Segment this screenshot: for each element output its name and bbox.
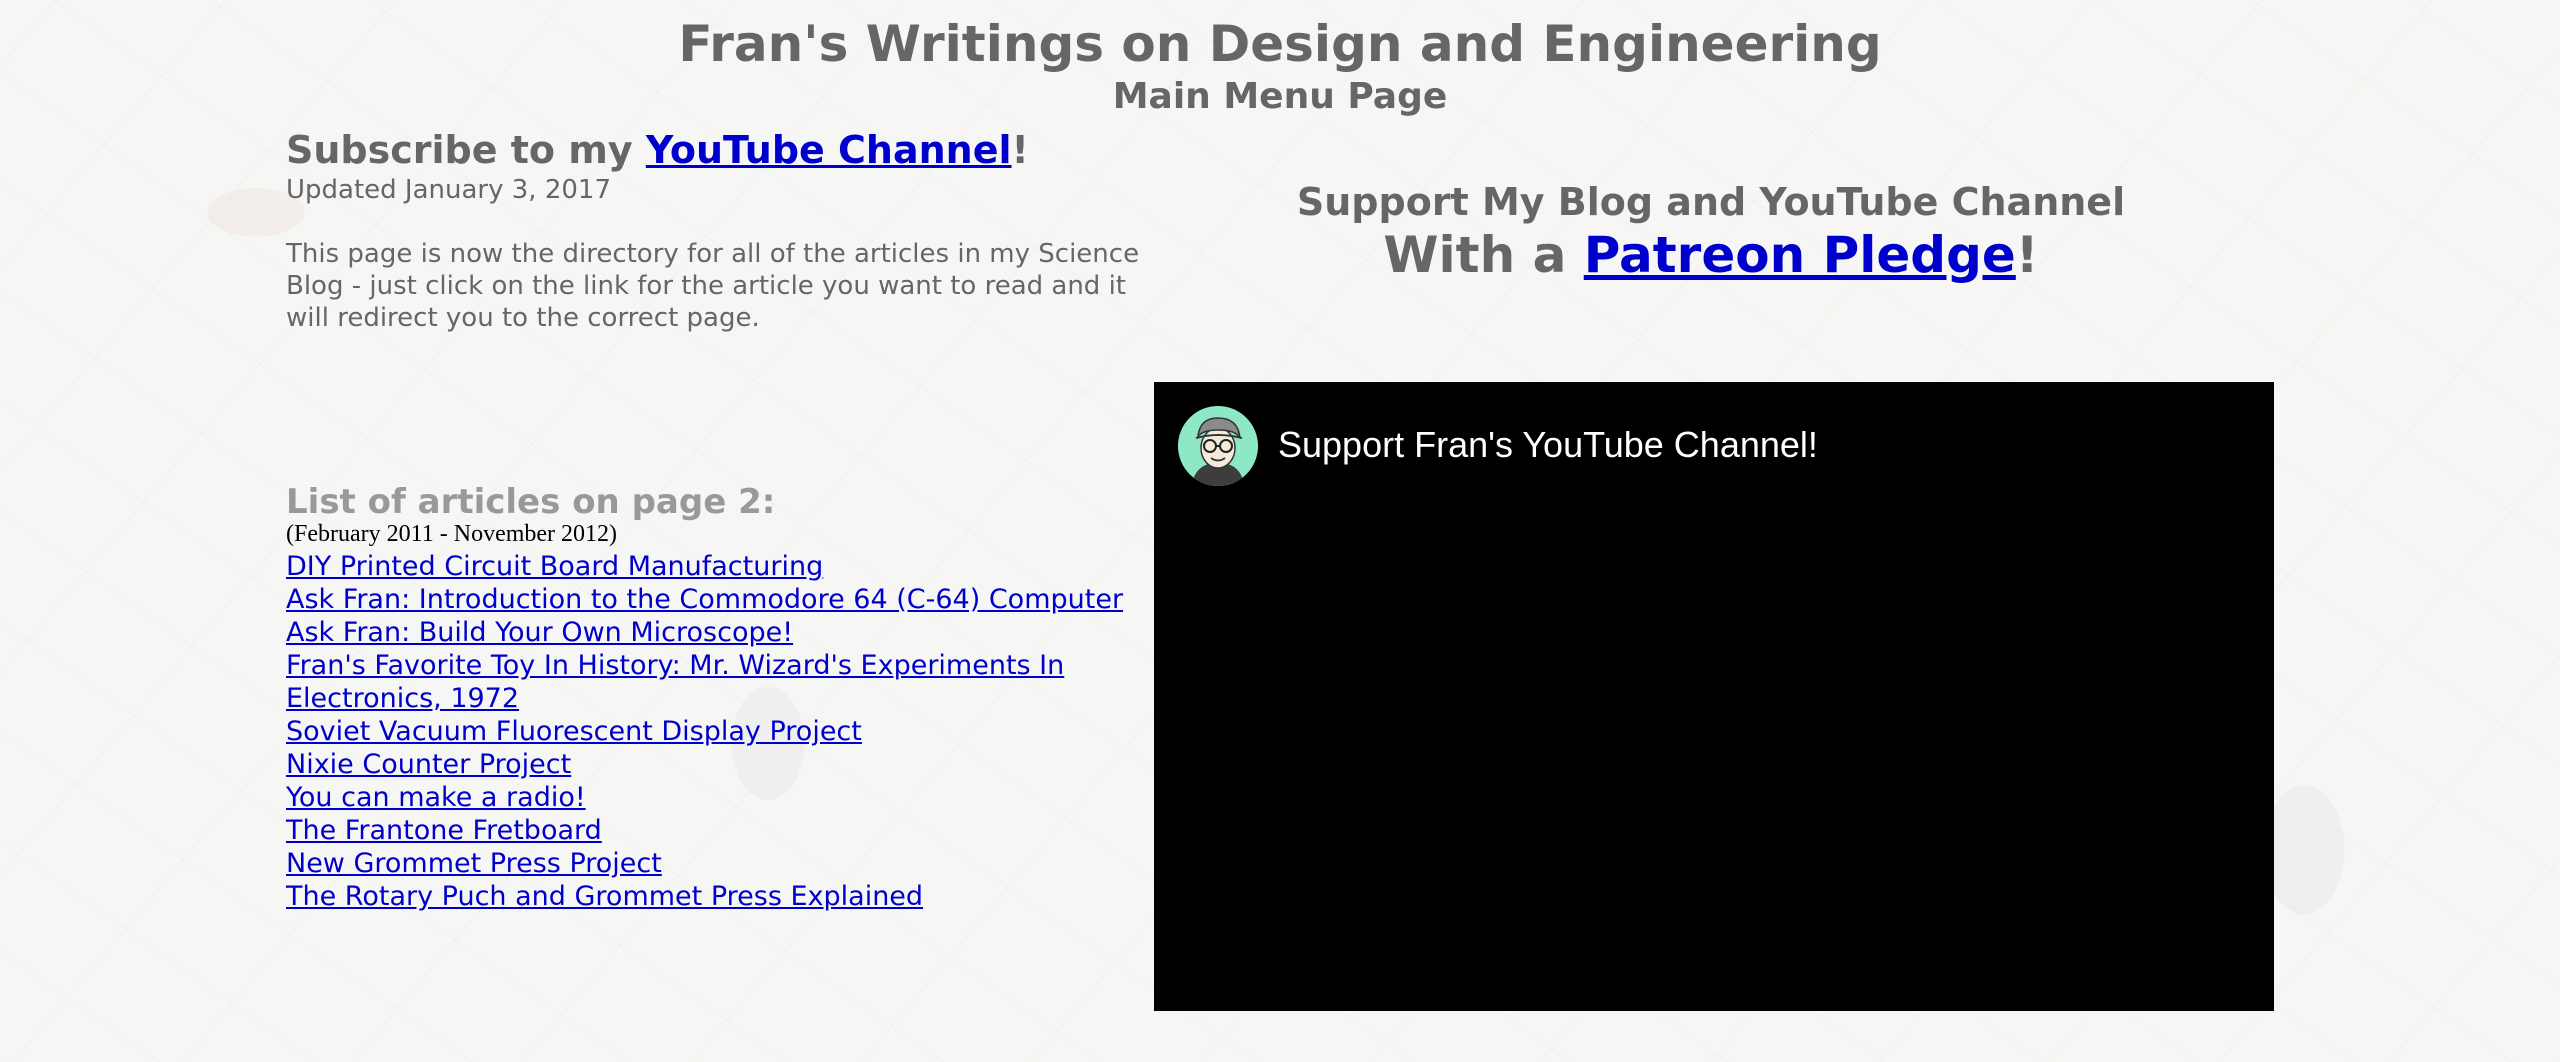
articles-date-range: (February 2011 - November 2012) [286,521,618,547]
list-item: You can make a radio! [286,781,1156,814]
article-link-vfd[interactable]: Soviet Vacuum Fluorescent Display Projec… [286,716,862,747]
site-title: Fran's Writings on Design and Engineerin… [678,15,1882,73]
article-list: DIY Printed Circuit Board Manufacturing … [286,550,1156,913]
subscribe-suffix: ! [1011,128,1029,172]
article-link-commodore[interactable]: Ask Fran: Introduction to the Commodore … [286,584,1123,615]
patreon-pledge-link[interactable]: Patreon Pledge [1584,226,2016,284]
list-item: The Frantone Fretboard [286,814,1156,847]
list-item: Ask Fran: Introduction to the Commodore … [286,583,1156,616]
list-item: Fran's Favorite Toy In History: Mr. Wiza… [286,649,1156,715]
patreon-prefix: With a [1383,226,1584,284]
person-avatar-icon[interactable] [1178,406,1258,486]
updated-date: Updated January 3, 2017 [286,175,611,205]
articles-heading: List of articles on page 2: [286,482,776,522]
article-link-fretboard[interactable]: The Frantone Fretboard [286,815,602,846]
article-link-mr-wizard[interactable]: Fran's Favorite Toy In History: Mr. Wiza… [286,650,1064,714]
support-heading: Support My Blog and YouTube Channel [1296,180,2126,224]
list-item: Ask Fran: Build Your Own Microscope! [286,616,1156,649]
patreon-suffix: ! [2015,226,2039,284]
list-item: The Rotary Puch and Grommet Press Explai… [286,880,1156,913]
page-subtitle: Main Menu Page [1112,76,1448,117]
article-link-radio[interactable]: You can make a radio! [286,782,586,813]
list-item: Soviet Vacuum Fluorescent Display Projec… [286,715,1156,748]
article-link-microscope[interactable]: Ask Fran: Build Your Own Microscope! [286,617,793,648]
youtube-video-embed[interactable]: Support Fran's YouTube Channel! [1154,382,2274,1011]
article-link-rotary-punch[interactable]: The Rotary Puch and Grommet Press Explai… [286,881,923,912]
subscribe-prefix: Subscribe to my [286,128,646,172]
list-item: DIY Printed Circuit Board Manufacturing [286,550,1156,583]
article-link-nixie[interactable]: Nixie Counter Project [286,749,571,780]
intro-text: This page is now the directory for all o… [286,239,1140,333]
video-title[interactable]: Support Fran's YouTube Channel! [1278,422,1818,468]
youtube-channel-link[interactable]: YouTube Channel [646,128,1012,172]
subscribe-heading: Subscribe to my YouTube Channel! [286,126,1029,174]
article-link-grommet-press[interactable]: New Grommet Press Project [286,848,662,879]
list-item: New Grommet Press Project [286,847,1156,880]
patreon-heading: With a Patreon Pledge! [1170,224,2252,286]
list-item: Nixie Counter Project [286,748,1156,781]
avatar-illustration [1178,406,1258,486]
article-link-pcb[interactable]: DIY Printed Circuit Board Manufacturing [286,551,823,582]
